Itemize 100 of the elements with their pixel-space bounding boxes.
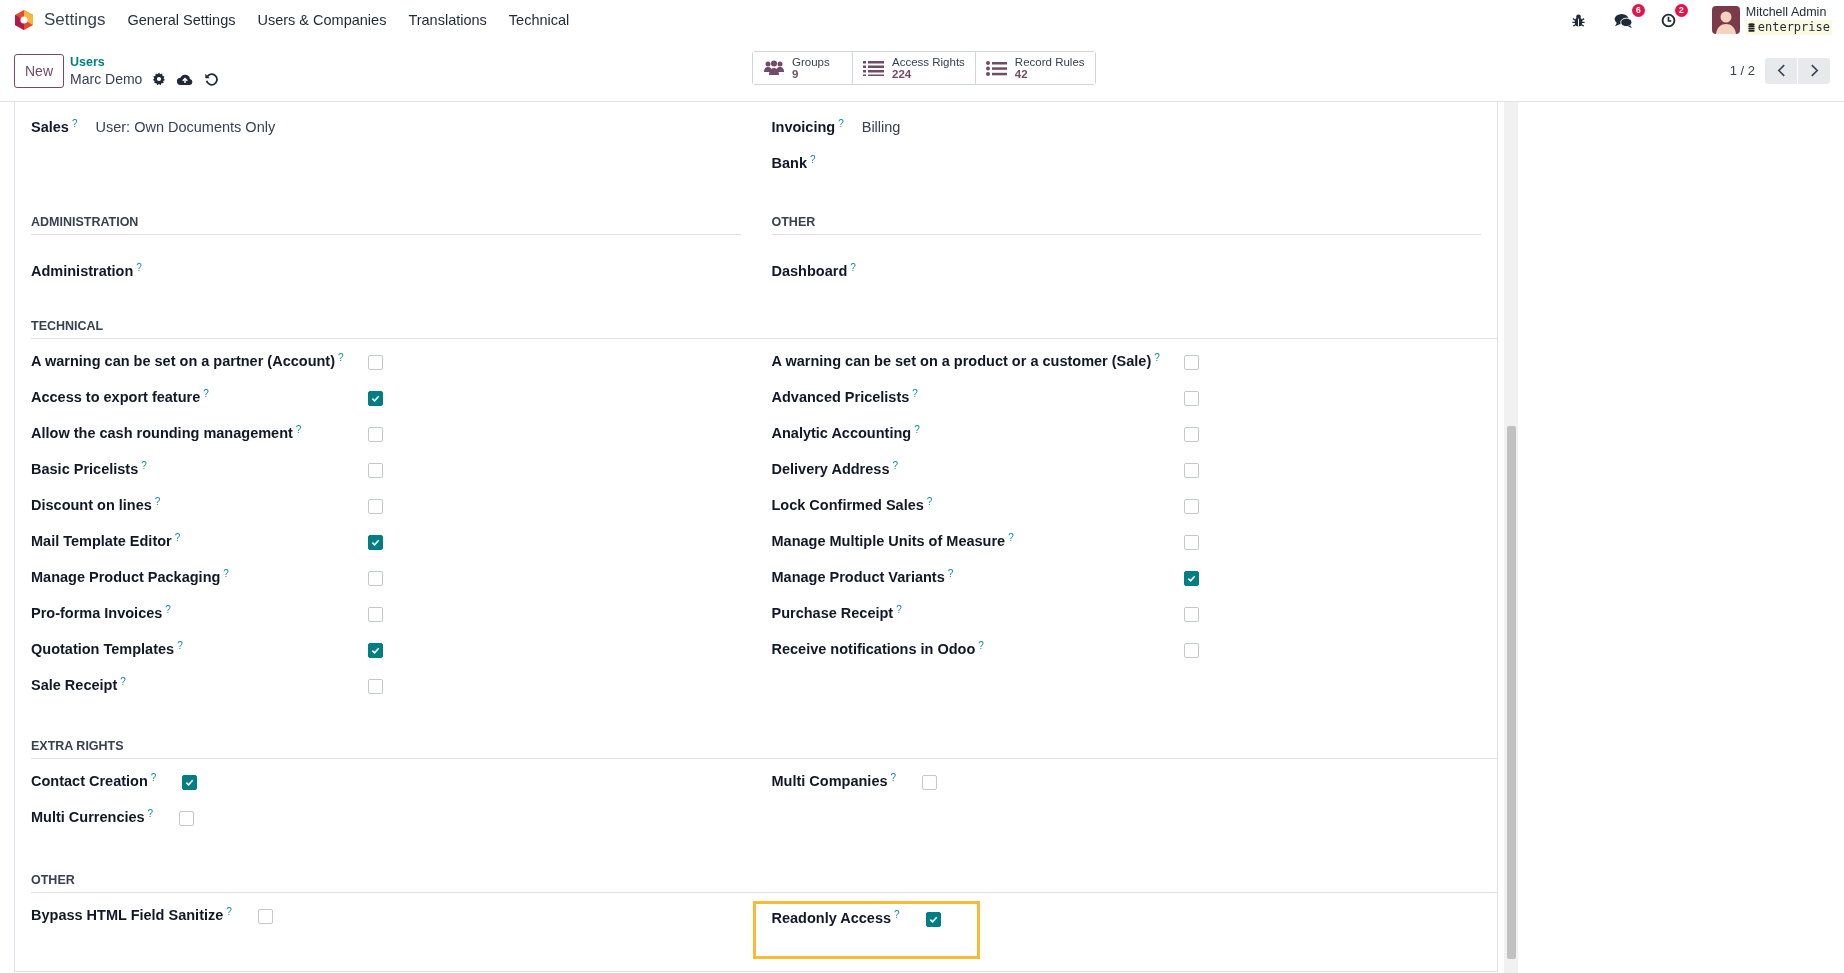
cloud-upload-icon[interactable] (176, 72, 195, 86)
record-name: Marc Demo (70, 70, 143, 88)
field-label: Mail Template Editor (31, 533, 172, 549)
help-tooltip-mark[interactable]: ? (894, 910, 900, 920)
undo-icon[interactable] (204, 72, 219, 86)
checkbox[interactable] (367, 499, 383, 514)
help-tooltip-mark[interactable]: ? (978, 641, 984, 651)
help-tooltip-mark[interactable]: ? (223, 569, 229, 579)
checkbox[interactable] (1183, 535, 1199, 550)
help-tooltip-mark[interactable]: ? (177, 641, 183, 651)
checkbox[interactable] (182, 775, 198, 790)
checkmark-icon (185, 778, 195, 787)
field-label: Sales (31, 119, 69, 135)
help-tooltip-mark[interactable]: ? (71, 119, 78, 129)
help-tooltip-mark[interactable]: ? (1008, 533, 1014, 543)
help-tooltip-mark[interactable]: ? (226, 907, 232, 917)
checkbox[interactable] (1183, 607, 1199, 622)
field-label: Manage Product Variants (771, 569, 945, 585)
checkmark-icon (928, 915, 938, 924)
help-tooltip-mark[interactable]: ? (150, 773, 157, 783)
smart-button[interactable]: Groups 9 (753, 52, 853, 84)
help-tooltip-mark[interactable]: ? (165, 605, 171, 615)
checkbox[interactable] (922, 775, 938, 790)
field-label: Access to export feature (31, 389, 201, 405)
help-tooltip-mark[interactable]: ? (947, 569, 954, 579)
checkbox[interactable] (367, 391, 383, 406)
checkbox[interactable] (367, 607, 383, 622)
help-tooltip-mark[interactable]: ? (338, 353, 344, 363)
help-tooltip-mark[interactable]: ? (295, 425, 302, 435)
previous-button[interactable] (1765, 57, 1797, 84)
help-tooltip-mark[interactable]: ? (174, 533, 181, 543)
field-label: Bank (771, 155, 807, 171)
help-tooltip-mark[interactable]: ? (850, 263, 856, 273)
help-tooltip-mark[interactable]: ? (926, 497, 933, 507)
avatar-icon[interactable] (1711, 6, 1740, 34)
help-tooltip-mark[interactable]: ? (912, 389, 918, 399)
chat-icon[interactable] (1613, 12, 1633, 28)
help-tooltip-mark[interactable]: ? (141, 461, 147, 471)
help-tooltip-mark[interactable]: ? (838, 119, 844, 129)
gear-icon[interactable] (152, 72, 167, 86)
help-tooltip-mark[interactable]: ? (892, 461, 898, 471)
field-label: Pro-forma Invoices (31, 605, 163, 621)
checkbox[interactable] (367, 355, 383, 370)
help-tooltip-mark[interactable]: ? (147, 809, 154, 819)
checkbox[interactable] (1183, 427, 1199, 442)
menu-item[interactable]: Technical (508, 12, 570, 28)
checkbox[interactable] (1183, 571, 1199, 586)
checkbox[interactable] (257, 909, 273, 924)
field-label: Receive notifications in Odoo (771, 641, 976, 657)
database-name: enterprise (1757, 20, 1830, 35)
app-name-link[interactable]: Settings (44, 10, 106, 30)
field-value: User: Own Documents Only (95, 119, 276, 135)
field-label: Bypass HTML Field Sanitize (31, 907, 224, 923)
next-button[interactable] (1798, 57, 1830, 84)
database-icon (1747, 23, 1755, 32)
help-tooltip-mark[interactable]: ? (1154, 353, 1160, 363)
section-heading: OTHER (31, 859, 1497, 893)
help-tooltip-mark[interactable]: ? (120, 677, 126, 687)
checkbox[interactable] (367, 643, 383, 658)
field-label: Advanced Pricelists (771, 389, 910, 405)
checkbox[interactable] (925, 912, 941, 927)
help-tooltip-mark[interactable]: ? (203, 389, 209, 399)
help-tooltip-mark[interactable]: ? (136, 263, 142, 273)
field-label: Readonly Access (771, 910, 892, 926)
menu-item[interactable]: General Settings (127, 12, 236, 28)
help-tooltip-mark[interactable]: ? (890, 773, 897, 783)
help-tooltip-mark[interactable]: ? (914, 425, 920, 435)
checkbox[interactable] (179, 811, 195, 826)
section-heading: OTHER (771, 201, 1481, 235)
section-heading: EXTRA RIGHTS (31, 725, 1497, 759)
checkbox[interactable] (1183, 355, 1199, 370)
field-label: Quotation Templates (31, 641, 175, 657)
help-tooltip-mark[interactable]: ? (896, 605, 902, 615)
checkbox[interactable] (367, 463, 383, 478)
checkbox[interactable] (367, 679, 383, 694)
field-label: Invoicing (771, 119, 836, 135)
field-label: Manage Product Packaging (31, 569, 221, 585)
menu-item[interactable]: Translations (408, 12, 487, 28)
scrollbar[interactable] (1504, 102, 1518, 973)
checkmark-icon (1186, 574, 1196, 583)
bug-icon[interactable] (1570, 12, 1586, 28)
people-icon (763, 60, 785, 76)
help-tooltip-mark[interactable]: ? (809, 155, 816, 165)
field-label: Contact Creation (31, 773, 148, 789)
checkbox[interactable] (1183, 391, 1199, 406)
checkbox[interactable] (367, 535, 383, 550)
checkbox[interactable] (1183, 499, 1199, 514)
menu-item[interactable]: Users & Companies (257, 12, 387, 28)
new-button[interactable]: New (14, 53, 64, 88)
checkbox[interactable] (367, 427, 383, 442)
app-logo-icon (14, 9, 34, 31)
field-label: Basic Pricelists (31, 461, 139, 477)
chevron-left-icon (1776, 64, 1786, 77)
checkbox[interactable] (367, 571, 383, 586)
checkbox[interactable] (1183, 643, 1199, 658)
breadcrumb-link[interactable]: Users (70, 53, 219, 71)
section-heading: TECHNICAL (31, 305, 1497, 339)
checkbox[interactable] (1183, 463, 1199, 478)
help-tooltip-mark[interactable]: ? (154, 497, 161, 507)
clock-icon[interactable] (1660, 12, 1676, 28)
